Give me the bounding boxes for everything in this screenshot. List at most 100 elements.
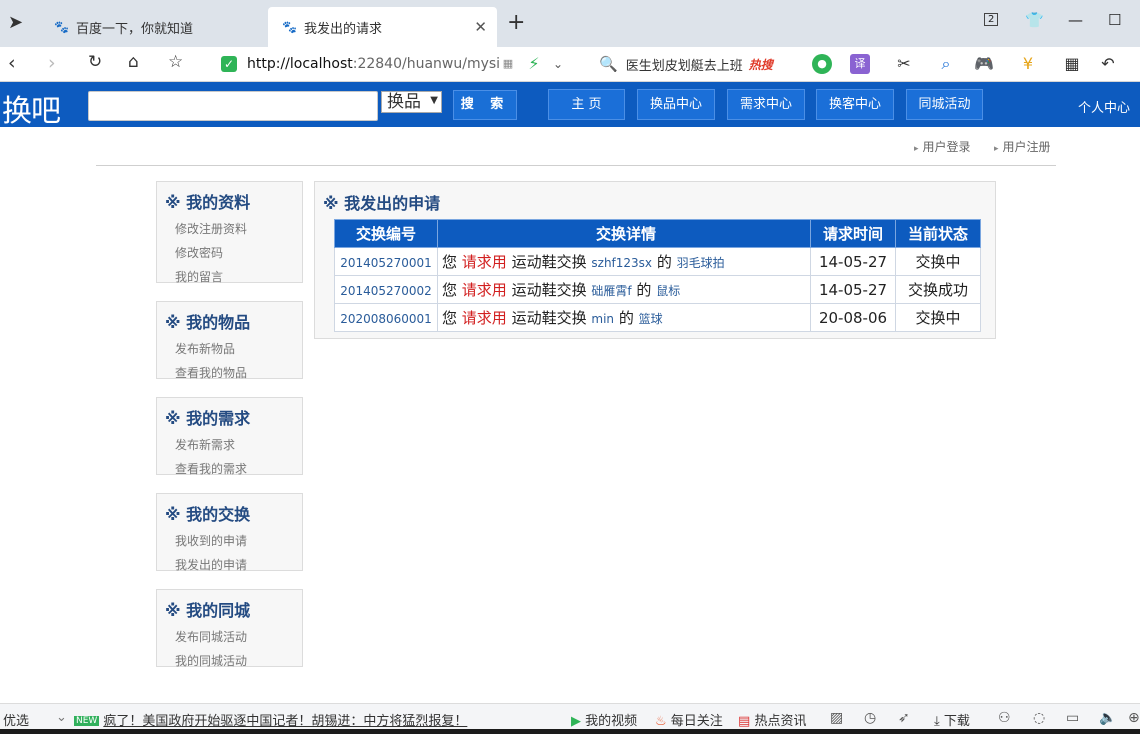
site-header: 换吧 换品 ▼ 搜 索 主 页 换品中心 需求中心 换客中心 同城活动 个人中心 — [0, 82, 1140, 130]
request-id-cell: 202008060001 — [334, 303, 438, 332]
register-link[interactable]: ▸ 用户注册 — [994, 138, 1051, 155]
browser-navigate-icon[interactable]: ➤ — [8, 12, 23, 33]
nav-item-center[interactable]: 换品中心 — [637, 89, 715, 120]
category-select[interactable]: 换品 ▼ — [381, 91, 442, 113]
sidebar-section-title: ※ 我的物品 — [165, 313, 251, 332]
rocket-icon[interactable]: ➶ — [898, 710, 910, 726]
undo-icon[interactable]: ↶ — [1098, 54, 1118, 74]
nav-trader-center[interactable]: 换客中心 — [816, 89, 894, 120]
column-header-id: 交换编号 — [334, 219, 438, 248]
sidebar-link-received-requests[interactable]: 我收到的申请 — [175, 532, 247, 549]
select-arrow-icon: ▼ — [430, 95, 438, 106]
reload-icon[interactable]: ↻ — [88, 52, 102, 72]
request-time-cell: 14-05-27 — [810, 275, 896, 304]
qr-code-icon[interactable]: ▦ — [498, 54, 518, 74]
translate-icon[interactable]: 译 — [850, 54, 870, 74]
baidu-favicon-icon: 🐾 — [282, 20, 297, 34]
my-video-button[interactable]: ▶ 我的视频 — [571, 710, 637, 729]
detail-target-link[interactable]: 羽毛球拍 — [677, 256, 725, 270]
nav-local-activity[interactable]: 同城活动 — [906, 89, 983, 120]
glasses-icon[interactable]: ⚇ — [998, 710, 1011, 726]
sidebar-link-sent-requests[interactable]: 我发出的申请 — [175, 556, 247, 573]
sidebar-link-post-activity[interactable]: 发布同城活动 — [175, 628, 247, 645]
login-link[interactable]: ▸ 用户登录 — [914, 138, 971, 155]
apps-grid-icon[interactable]: ▦ — [1062, 54, 1082, 74]
back-icon[interactable]: ‹ — [8, 52, 16, 74]
chevron-down-icon[interactable]: ⌄ — [56, 710, 67, 725]
lightning-icon[interactable]: ⚡ — [524, 54, 544, 74]
sidebar-link-edit-profile[interactable]: 修改注册资料 — [175, 220, 247, 237]
earth-icon[interactable]: ◌ — [1033, 710, 1045, 726]
detail-target-link[interactable]: 篮球 — [639, 312, 663, 326]
hot-news-button[interactable]: ▤ 热点资讯 — [738, 710, 806, 729]
home-icon[interactable]: ⌂ — [128, 52, 139, 72]
header-divider — [96, 165, 1056, 166]
site-search-input[interactable] — [88, 91, 378, 121]
sidebar-exchange-box: ※ 我的交换 我收到的申请 我发出的申请 — [156, 493, 303, 573]
search-icon: 🔍 — [599, 55, 618, 73]
url-path: :22840/huanwu/mysi — [352, 56, 501, 72]
detail-target-link[interactable]: 鼠标 — [656, 284, 680, 298]
request-id-cell: 201405270002 — [334, 275, 438, 304]
request-id-link[interactable]: 201405270001 — [340, 256, 432, 270]
forward-icon[interactable]: › — [48, 52, 56, 74]
search-tool-icon[interactable]: ⌕ — [936, 54, 956, 74]
sidebar-link-post-demand[interactable]: 发布新需求 — [175, 436, 235, 453]
secure-shield-icon: ✓ — [221, 56, 237, 72]
tab-baidu[interactable]: 🐾 百度一下，你就知道 — [40, 7, 265, 47]
sidebar-link-view-items[interactable]: 查看我的物品 — [175, 364, 247, 381]
sidebar-link-my-activities[interactable]: 我的同城活动 — [175, 652, 247, 669]
nav-home[interactable]: 主 页 — [548, 89, 625, 120]
category-selected-value: 换品 — [387, 92, 421, 112]
hot-news-label: 热点资讯 — [754, 714, 807, 729]
request-detail-cell: 您 请求用 运动鞋交换 szhf123sx 的 羽毛球拍 — [437, 247, 811, 276]
wechat-icon[interactable]: ● — [812, 54, 832, 74]
close-tab-icon[interactable]: ✕ — [474, 18, 487, 36]
video-play-icon: ▶ — [571, 714, 581, 729]
request-id-link[interactable]: 201405270002 — [340, 284, 432, 298]
window-icon[interactable]: ▭ — [1066, 710, 1079, 726]
volume-icon[interactable]: 🔈 — [1099, 710, 1116, 726]
detail-owner-link[interactable]: szhf123sx — [591, 256, 652, 270]
zoom-icon[interactable]: ⊕ — [1128, 710, 1140, 726]
table-row: 201405270002 您 请求用 运动鞋交换 础雁霄f 的 鼠标 14-05… — [334, 275, 981, 304]
coupon-shield-icon[interactable]: ¥ — [1018, 54, 1038, 74]
site-logo[interactable]: 换吧 — [2, 86, 61, 130]
request-id-link[interactable]: 202008060001 — [340, 312, 432, 326]
download-button[interactable]: ⤓ 下载 — [934, 710, 970, 729]
browser-search-box[interactable]: 🔍 医生划皮划艇去上班 热搜 — [592, 50, 800, 78]
tab-my-requests[interactable]: 🐾 我发出的请求 ✕ — [268, 7, 497, 47]
column-header-time: 请求时间 — [810, 219, 896, 248]
requests-table: 交换编号 交换详情 请求时间 当前状态 201405270001 您 请求用 运… — [334, 219, 981, 332]
detail-owner-link[interactable]: min — [591, 312, 614, 326]
detail-action: 请求用 — [461, 281, 507, 299]
sidebar-link-post-item[interactable]: 发布新物品 — [175, 340, 235, 357]
maximize-icon[interactable]: ☐ — [1108, 11, 1121, 29]
dropdown-chevron-icon[interactable]: ⌄ — [548, 54, 568, 74]
sidebar-link-view-demands[interactable]: 查看我的需求 — [175, 460, 247, 477]
browser-tab-bar: ➤ 🐾 百度一下，你就知道 🐾 我发出的请求 ✕ + 2 👕 — ☐ — [0, 0, 1140, 47]
news-headline-link[interactable]: 疯了！美国政府开始驱逐中国记者！胡锡进：中方将猛烈报复！ — [103, 714, 467, 729]
new-tab-icon[interactable]: + — [507, 10, 525, 35]
detail-of: 的 — [636, 281, 652, 299]
game-controller-icon[interactable]: 🎮 — [974, 54, 994, 74]
image-icon[interactable]: ▨ — [830, 710, 843, 726]
news-ticker[interactable]: NEW 疯了！美国政府开始驱逐中国记者！胡锡进：中方将猛烈报复！ — [74, 710, 467, 729]
skin-icon[interactable]: 👕 — [1025, 11, 1044, 29]
hot-search-label: 热搜 — [748, 57, 773, 72]
daily-follow-label: 每日关注 — [670, 714, 723, 729]
site-search-button[interactable]: 搜 索 — [453, 90, 517, 120]
nav-demand-center[interactable]: 需求中心 — [727, 89, 805, 120]
sent-requests-panel: ※ 我发出的申请 交换编号 交换详情 请求时间 当前状态 20140527000… — [314, 181, 996, 339]
tab-count-badge[interactable]: 2 — [984, 13, 999, 26]
bookmark-star-icon[interactable]: ☆ — [168, 52, 183, 72]
sidebar-link-change-password[interactable]: 修改密码 — [175, 244, 223, 261]
screenshot-scissors-icon[interactable]: ✂ — [894, 54, 914, 74]
user-center-link[interactable]: 个人中心 — [1078, 97, 1130, 116]
detail-owner-link[interactable]: 础雁霄f — [591, 284, 631, 298]
preferred-label[interactable]: 优选 — [3, 710, 29, 729]
minimize-icon[interactable]: — — [1068, 11, 1083, 29]
daily-follow-button[interactable]: ♨ 每日关注 — [655, 710, 723, 729]
sidebar-link-my-messages[interactable]: 我的留言 — [175, 268, 223, 285]
speedometer-icon[interactable]: ◷ — [864, 710, 876, 726]
